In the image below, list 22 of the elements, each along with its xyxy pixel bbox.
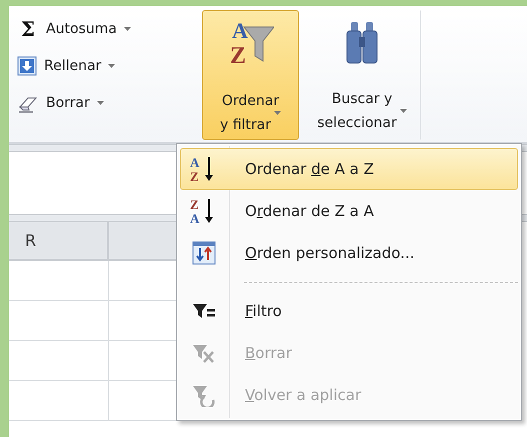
caret-icon <box>400 109 407 113</box>
table-cell[interactable] <box>9 301 109 341</box>
caret-icon <box>124 26 131 30</box>
table-cell[interactable] <box>9 261 109 301</box>
table-cell[interactable] <box>9 381 109 421</box>
ribbon-button[interactable]: A Z Ordenar y filtrar <box>202 10 299 140</box>
sum-icon: Σ <box>17 18 39 38</box>
ribbon-button[interactable]: Rellenar <box>17 47 200 84</box>
custom-sort-icon <box>192 241 216 266</box>
caret-icon <box>96 100 104 104</box>
menu-item[interactable]: A Z Ordenar de A a Z <box>180 148 518 190</box>
column-header[interactable]: R <box>9 222 109 261</box>
caret-icon <box>108 64 116 68</box>
ribbon-button[interactable]: Σ Autosuma <box>17 10 200 47</box>
table-cell[interactable] <box>9 341 109 381</box>
menu-item[interactable]: Filtro <box>180 290 518 332</box>
menu-item[interactable]: Z A Ordenar de Z a A <box>180 190 518 232</box>
down-arrow-icon <box>17 56 37 76</box>
caret-icon <box>274 111 282 115</box>
ribbon-button[interactable]: Buscar y seleccionar <box>303 10 421 140</box>
ribbon-button[interactable]: Borrar <box>17 84 200 121</box>
menu-item[interactable]: Orden personalizado... <box>180 232 518 275</box>
